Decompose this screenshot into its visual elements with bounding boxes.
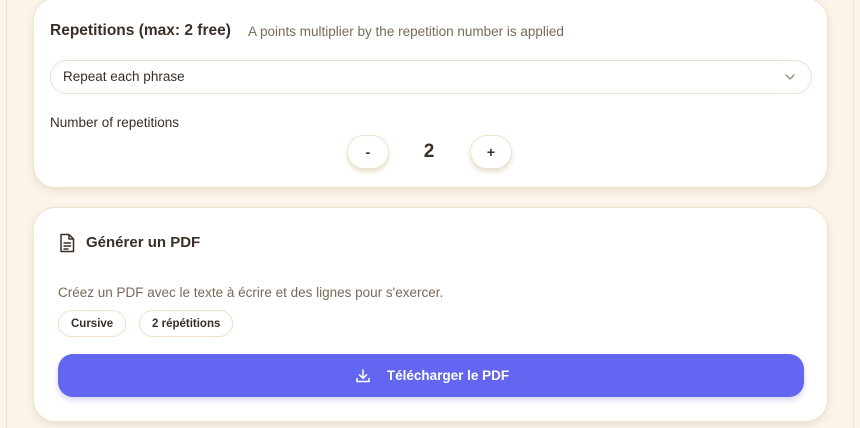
repetition-mode-value: Repeat each phrase — [63, 69, 185, 84]
pdf-description: Créez un PDF avec le texte à écrire et d… — [58, 285, 444, 300]
repetitions-subtitle: A points multiplier by the repetition nu… — [248, 24, 564, 39]
badge-font-style: Cursive — [58, 310, 127, 337]
repetitions-count-label: Number of repetitions — [50, 115, 180, 130]
pdf-section-title: Générer un PDF — [86, 234, 201, 251]
repetitions-count-value: 2 — [423, 141, 435, 162]
badge-repetitions: 2 répétitions — [139, 310, 234, 337]
page-border-right — [853, 0, 854, 428]
download-icon — [356, 368, 370, 382]
chevron-down-icon — [785, 74, 795, 80]
repetition-mode-select[interactable]: Repeat each phrase — [50, 60, 812, 94]
download-pdf-label: Télécharger le PDF — [386, 368, 510, 383]
generate-pdf-card: Générer un PDF Créez un PDF avec le text… — [33, 207, 828, 422]
file-text-icon — [60, 233, 75, 253]
repetitions-title: Repetitions (max: 2 free) — [50, 22, 231, 39]
page-border-left — [6, 0, 7, 428]
increment-button[interactable]: + — [470, 135, 512, 169]
repetitions-card: Repetitions (max: 2 free) A points multi… — [33, 0, 828, 188]
download-pdf-button[interactable]: Télécharger le PDF — [58, 354, 804, 397]
decrement-button[interactable]: - — [347, 135, 389, 169]
